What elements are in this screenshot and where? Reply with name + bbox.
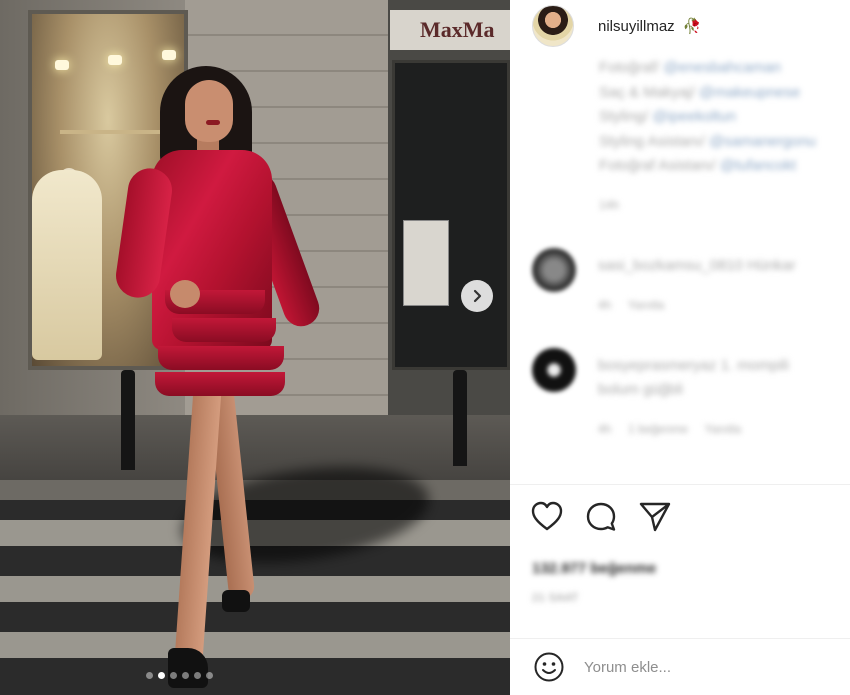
avatar[interactable] <box>532 248 576 292</box>
window-shelf <box>60 130 170 134</box>
comment-time: 4h <box>598 298 612 312</box>
bollard <box>453 370 467 466</box>
divider <box>510 484 850 485</box>
rose-emoji: 🥀 <box>682 18 702 35</box>
caption-time: 14h <box>599 198 620 212</box>
chevron-right-icon <box>473 289 482 303</box>
bollard <box>121 370 135 470</box>
comment-meta: 4h Yanıtla <box>598 298 664 312</box>
send-icon <box>639 502 671 532</box>
carousel-dot <box>170 672 177 679</box>
comment-text: bosyeprasmeryaz 1. mompili bolum güğbli <box>598 354 850 402</box>
caption-line: Saç & Makyaj/ @makeupnese <box>599 83 801 101</box>
avatar[interactable] <box>532 5 574 47</box>
mention-link[interactable]: @tufancokt <box>720 157 796 174</box>
caption-line: Styling/ @ipeekoltun <box>599 108 736 125</box>
reply-button[interactable]: Yanıtla <box>628 298 664 312</box>
reply-button[interactable]: Yanıtla <box>705 422 741 436</box>
post-header: nilsuyillmaz 🥀 <box>532 4 701 48</box>
store-sign: MaxMa <box>390 10 510 50</box>
mannequin <box>32 170 102 360</box>
carousel-dot <box>146 672 153 679</box>
username[interactable]: nilsuyillmaz <box>598 18 675 35</box>
model-shoe <box>222 590 250 612</box>
window-lamp <box>162 50 176 60</box>
comment-body: 1. mompili <box>720 357 789 374</box>
carousel-indicator <box>146 672 213 679</box>
post-date: 21 SAAT <box>532 592 579 604</box>
carousel-dot-active <box>158 672 165 679</box>
comment-user[interactable]: sasi_bozkamsu_0810 <box>598 257 743 274</box>
comment-text: sasi_bozkamsu_0810 Hünkar <box>598 254 850 278</box>
dress-ruffle <box>172 318 276 342</box>
store-door <box>392 60 510 370</box>
avatar[interactable] <box>532 348 576 392</box>
action-bar <box>530 500 672 534</box>
model-face <box>185 80 233 142</box>
comment-icon <box>586 502 616 531</box>
caption: Fotoğraf/ @enesbahcaman Saç & Makyaj/ @m… <box>599 56 849 179</box>
window-lamp <box>55 60 69 70</box>
comment-body: bolum güğbli <box>598 381 684 398</box>
comment-user[interactable]: bosyeprasmeryaz <box>598 357 716 374</box>
divider <box>510 638 850 639</box>
comment-body: Hünkar <box>747 257 796 274</box>
window-lamp <box>108 55 122 65</box>
mention-link[interactable]: @enesbahcaman <box>663 59 781 76</box>
comment-form <box>510 640 850 695</box>
caption-line: Styling Asistanı/ @samanergonu <box>599 132 817 150</box>
carousel-dot <box>182 672 189 679</box>
comment-likes[interactable]: 1 beğenme <box>628 422 688 436</box>
like-button[interactable] <box>530 500 564 534</box>
carousel-dot <box>206 672 213 679</box>
door-notice <box>403 220 449 306</box>
dress-ruffle <box>158 346 284 370</box>
model-shoe <box>168 648 208 688</box>
heart-icon <box>531 501 563 531</box>
mention-link[interactable]: @ipeekoltun <box>652 108 736 125</box>
like-count[interactable]: 132.977 beğenme <box>532 560 656 577</box>
comment-meta: 4h 1 beğenme Yanıtla <box>598 422 741 436</box>
crosswalk-stripe <box>0 632 510 658</box>
post-photo[interactable]: MaxMa <box>0 0 510 695</box>
model-hand <box>170 280 200 308</box>
comment-input[interactable] <box>584 659 834 676</box>
next-slide-button[interactable] <box>461 280 493 312</box>
model-lips <box>206 120 220 125</box>
crosswalk-stripe <box>0 576 510 602</box>
post-side-panel: nilsuyillmaz 🥀 Fotoğraf/ @enesbahcaman S… <box>510 0 850 695</box>
comment-button[interactable] <box>584 500 618 534</box>
carousel-dot <box>194 672 201 679</box>
comment-time: 4h <box>598 422 612 436</box>
emoji-button[interactable] <box>532 651 566 685</box>
mention-link[interactable]: @makeupnese <box>699 84 800 101</box>
caption-line: Fotoğraf Asistanı/ @tufancokt <box>599 157 797 174</box>
emoji-icon <box>534 652 564 681</box>
share-button[interactable] <box>638 500 672 534</box>
caption-line: Fotoğraf/ @enesbahcaman <box>599 59 782 76</box>
dress-ruffle <box>155 372 285 396</box>
mention-link[interactable]: @samanergonu <box>709 133 816 150</box>
